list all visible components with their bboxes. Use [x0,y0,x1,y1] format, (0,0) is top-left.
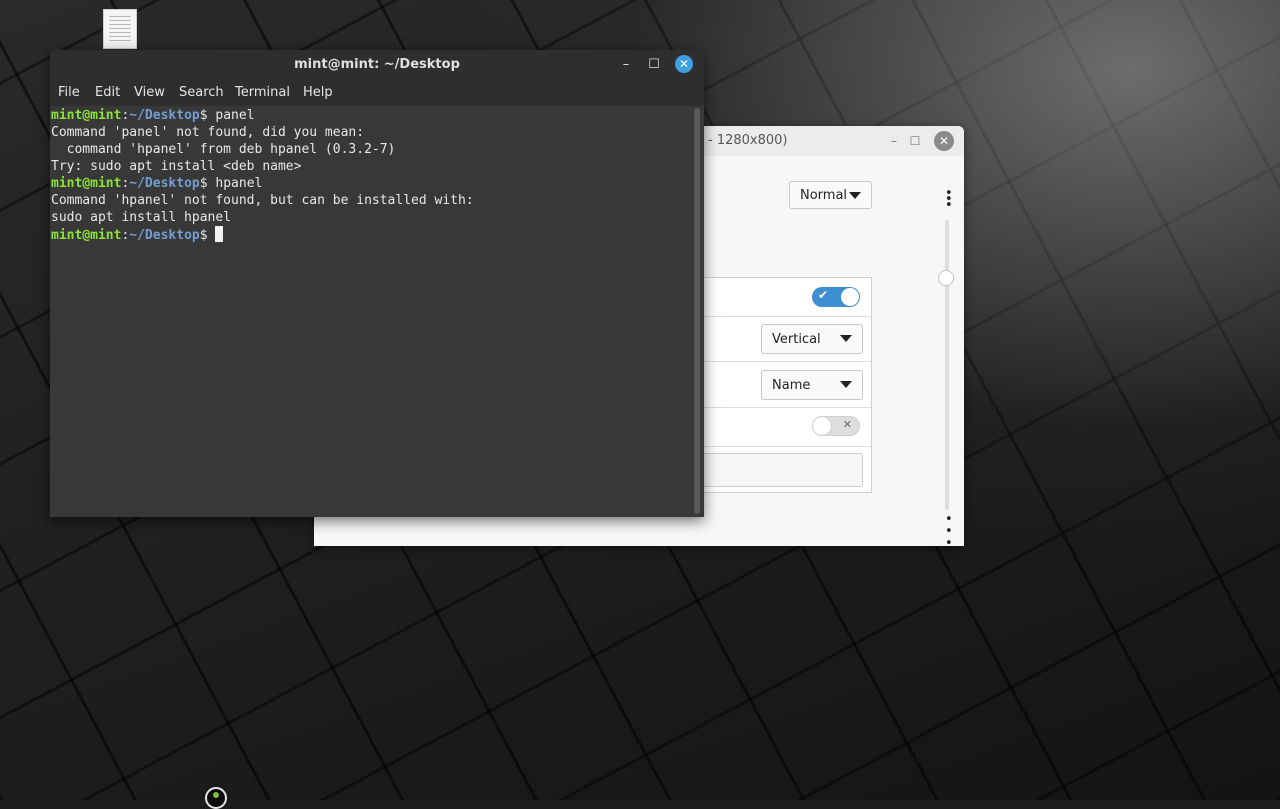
scroll-up-dots-icon[interactable]: • • • [945,187,953,212]
toggle-switch-off[interactable]: ✕ [812,416,860,436]
text-cursor [215,226,224,242]
menu-terminal[interactable]: Terminal [235,85,290,100]
chevron-down-icon [840,381,852,388]
mode-dropdown[interactable]: Normal [789,181,872,209]
sort-dropdown-value: Name [772,377,811,393]
menu-file[interactable]: File [58,85,80,100]
terminal-window: mint@mint: ~/Desktop – ☐ ✕ File Edit Vie… [50,50,704,517]
chevron-down-icon [849,192,861,199]
terminal-title: mint@mint: ~/Desktop [294,57,460,72]
minimize-icon[interactable]: – [884,131,904,151]
command-text: panel [215,108,255,123]
output-line: sudo apt install hpanel [51,210,232,225]
terminal-titlebar[interactable]: mint@mint: ~/Desktop – ☐ ✕ [50,50,704,78]
sort-dropdown[interactable]: Name [761,370,863,400]
chevron-down-icon [840,335,852,342]
check-icon: ✔ [818,288,829,302]
menu-help[interactable]: Help [303,85,333,100]
terminal-menubar: File Edit View Search Terminal Help [50,78,704,106]
scroll-down-dots-icon[interactable]: • • • [945,513,953,546]
command-text: hpanel [215,176,263,191]
maximize-icon[interactable]: ☐ [905,131,925,151]
output-line: Try: sudo apt install <deb name> [51,159,302,174]
close-icon[interactable]: ✕ [675,55,693,73]
output-line: command 'hpanel' from deb hpanel (0.3.2-… [51,142,396,157]
terminal-output[interactable]: mint@mint:~/Desktop$ panel Command 'pane… [50,106,704,517]
menu-search[interactable]: Search [179,85,224,100]
desktop-file-icon[interactable] [103,9,137,49]
toggle-switch-on[interactable]: ✔ [812,287,860,307]
x-icon: ✕ [842,418,852,431]
close-icon[interactable]: ✕ [934,131,954,151]
menu-edit[interactable]: Edit [95,85,120,100]
output-line: Command 'hpanel' not found, but can be i… [51,193,474,208]
maximize-icon[interactable]: ☐ [645,55,663,73]
menu-view[interactable]: View [134,85,165,100]
settings-window-title: - 1280x800) [708,133,788,148]
terminal-scrollbar[interactable] [694,108,700,514]
orientation-dropdown-value: Vertical [772,331,821,347]
text-entry-field[interactable] [698,453,863,487]
prompt-line: mint@mint:~/Desktop$ panel [51,108,255,123]
mode-dropdown-value: Normal [800,187,848,203]
prompt-line: mint@mint:~/Desktop$ hpanel [51,176,263,191]
app-menu-icon[interactable] [205,787,227,809]
settings-panel: ✔ Vertical Name ✕ [698,277,872,493]
vertical-scrollbar[interactable] [945,220,949,510]
orientation-dropdown[interactable]: Vertical [761,324,863,354]
minimize-icon[interactable]: – [617,55,635,73]
output-line: Command 'panel' not found, did you mean: [51,125,365,140]
prompt-line: mint@mint:~/Desktop$ [51,226,224,244]
vertical-scroll-handle[interactable] [938,270,954,286]
